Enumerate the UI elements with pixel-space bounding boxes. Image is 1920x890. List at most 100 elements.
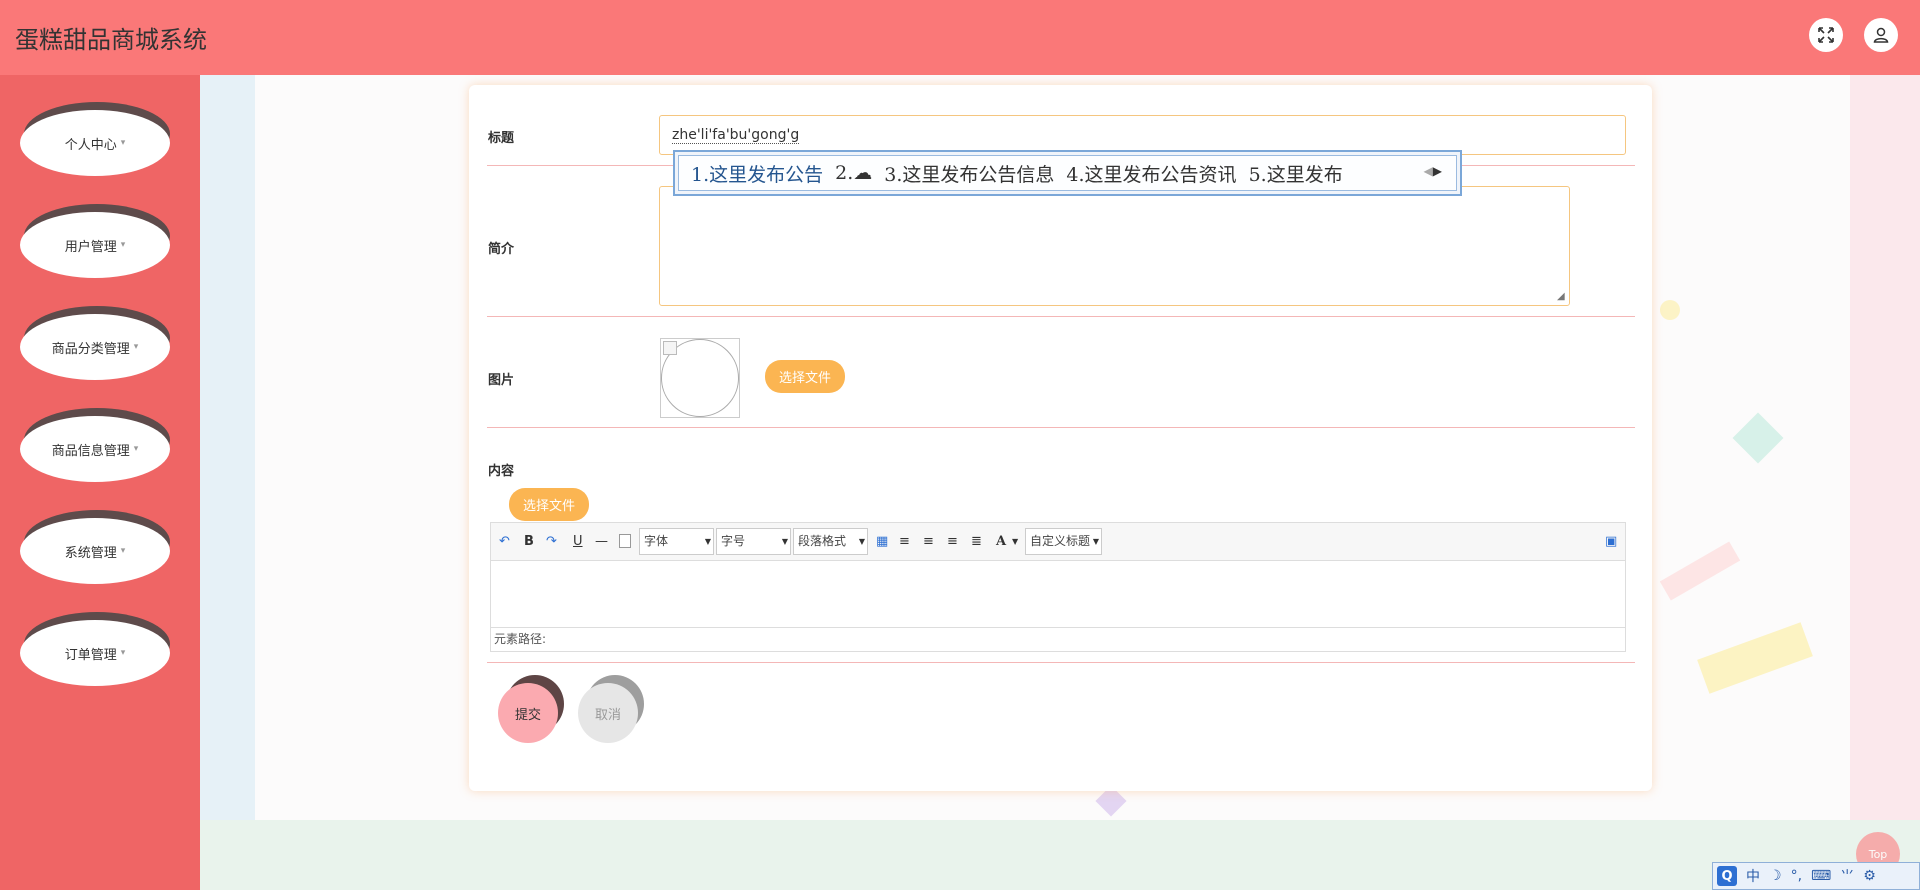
title-input[interactable]: zhe'li'fa'bu'gong'g: [659, 115, 1626, 155]
horizontal-rule-icon[interactable]: —: [595, 533, 608, 551]
sidebar-item-label: 商品分类管理: [51, 341, 130, 357]
table-icon[interactable]: ▦: [876, 533, 888, 551]
sidebar-item-user-management[interactable]: 用户管理 ▾: [20, 204, 170, 278]
sidebar-item-order-management[interactable]: 订单管理 ▾: [20, 612, 170, 686]
submit-button[interactable]: 提交: [498, 675, 564, 747]
keyboard-icon[interactable]: ⌨: [1811, 868, 1831, 884]
sidebar-item-label: 用户管理: [64, 239, 117, 255]
menu-item-pill[interactable]: 个人中心 ▾: [20, 110, 170, 176]
chevron-down-icon: ▾: [120, 240, 126, 250]
menu-item-pill[interactable]: 商品分类管理 ▾: [20, 314, 170, 380]
ime-toolbar: Q 中 ☽ °, ⌨ ⺌ ⚙: [1712, 862, 1920, 890]
divider: [487, 662, 1635, 663]
image-upload-button[interactable]: 选择文件: [765, 360, 845, 393]
ime-candidate[interactable]: 2.☁: [835, 162, 872, 184]
ime-candidate[interactable]: 4.这里发布公告资讯: [1066, 160, 1236, 187]
fullscreen-editor-icon[interactable]: ▣: [1605, 533, 1617, 551]
ime-logo-icon[interactable]: Q: [1717, 866, 1737, 886]
top-header: 蛋糕甜品商城系统: [0, 0, 1920, 75]
fullscreen-icon[interactable]: [1809, 18, 1843, 52]
align-right-icon[interactable]: ≡: [923, 533, 934, 551]
font-size-select[interactable]: 字号 ▼: [716, 528, 791, 555]
intro-textarea[interactable]: [659, 186, 1570, 306]
menu-item-pill[interactable]: 商品信息管理 ▾: [20, 416, 170, 482]
moon-icon[interactable]: ☽: [1769, 868, 1782, 884]
menu-item-pill[interactable]: 系统管理 ▾: [20, 518, 170, 584]
sidebar-item-label: 系统管理: [64, 545, 117, 561]
bold-icon[interactable]: B: [524, 533, 534, 551]
background-left-strip: [200, 75, 255, 820]
sidebar-item-label: 订单管理: [64, 647, 117, 663]
user-icon-svg: [1873, 27, 1889, 43]
redo-icon[interactable]: ↷: [546, 533, 557, 551]
broken-image-icon: [663, 341, 677, 355]
divider: [487, 316, 1635, 317]
chevron-down-icon[interactable]: ▼: [1012, 533, 1018, 551]
title-label: 标题: [488, 131, 515, 146]
font-family-select[interactable]: 字体 ▼: [639, 528, 714, 555]
resize-grip-icon[interactable]: ◢: [1557, 292, 1567, 302]
ime-page-arrows[interactable]: ◀▶: [1424, 164, 1442, 178]
ime-next-icon[interactable]: ▶: [1433, 164, 1442, 178]
bottom-band: [200, 820, 1920, 890]
sidebar-item-label: 商品信息管理: [51, 443, 130, 459]
chevron-down-icon: ▾: [120, 648, 126, 658]
sidebar: 个人中心 ▾ 用户管理 ▾ 商品分类管理 ▾ 商品信息管理 ▾ 系统管理 ▾ 订…: [0, 75, 200, 890]
ime-mode-toggle[interactable]: 中: [1746, 866, 1760, 886]
content-upload-button[interactable]: 选择文件: [509, 488, 589, 521]
undo-icon[interactable]: ↶: [499, 533, 510, 551]
intro-label: 简介: [488, 242, 515, 257]
ime-candidate[interactable]: 1.这里发布公告: [691, 160, 823, 187]
sidebar-item-system-management[interactable]: 系统管理 ▾: [20, 510, 170, 584]
new-document-icon[interactable]: [619, 534, 631, 548]
chevron-down-icon: ▾: [133, 342, 139, 352]
sidebar-item-product-info-management[interactable]: 商品信息管理 ▾: [20, 408, 170, 482]
cancel-button[interactable]: 取消: [578, 675, 644, 747]
chevron-down-icon: ▼: [704, 537, 711, 546]
font-color-icon[interactable]: A: [996, 533, 1006, 551]
font-size-select-value: 字号: [721, 534, 746, 548]
ime-candidate-list: 1.这里发布公告 2.☁ 3.这里发布公告信息 4.这里发布公告资讯 5.这里发…: [678, 155, 1457, 191]
title-input-value: zhe'li'fa'bu'gong'g: [672, 127, 800, 144]
custom-title-select-value: 自定义标题: [1030, 534, 1091, 548]
element-path: 元素路径:: [491, 627, 1625, 651]
underline-icon[interactable]: U: [573, 533, 583, 551]
cancel-button-face[interactable]: 取消: [578, 683, 638, 743]
editor-content-area[interactable]: [491, 561, 1625, 627]
rich-text-editor: ↶ B ↷ U — 字体 ▼ 字号 ▼ 段落格式 ▼ ▦ ≡ ≡ ≡ ≣ A ▼ 自定…: [490, 522, 1626, 652]
content-label: 内容: [488, 464, 515, 479]
wrench-icon[interactable]: ⚙: [1863, 868, 1876, 884]
sidebar-item-label: 个人中心: [64, 137, 117, 153]
fullscreen-icon-svg: [1818, 27, 1834, 43]
submit-button-face[interactable]: 提交: [498, 683, 558, 743]
paragraph-format-select-value: 段落格式: [798, 534, 847, 548]
image-label: 图片: [488, 373, 515, 388]
menu-item-pill[interactable]: 订单管理 ▾: [20, 620, 170, 686]
background-right-strip: [1850, 75, 1920, 820]
align-justify-icon[interactable]: ≣: [971, 533, 982, 551]
chevron-down-icon: ▾: [120, 138, 126, 148]
decorative-shape: [1660, 300, 1680, 320]
punctuation-icon[interactable]: °,: [1791, 868, 1802, 884]
sidebar-item-category-management[interactable]: 商品分类管理 ▾: [20, 306, 170, 380]
menu-item-pill[interactable]: 用户管理 ▾: [20, 212, 170, 278]
chevron-down-icon: ▾: [120, 546, 126, 556]
chevron-down-icon: ▼: [858, 537, 865, 546]
custom-title-select[interactable]: 自定义标题 ▼: [1025, 528, 1102, 555]
user-icon[interactable]: [1864, 18, 1898, 52]
align-left-icon[interactable]: ≡: [899, 533, 910, 551]
chevron-down-icon: ▼: [1092, 537, 1099, 546]
chevron-down-icon: ▼: [781, 537, 788, 546]
sidebar-item-personal-center[interactable]: 个人中心 ▾: [20, 102, 170, 176]
paragraph-format-select[interactable]: 段落格式 ▼: [793, 528, 868, 555]
align-center-icon[interactable]: ≡: [947, 533, 958, 551]
voice-icon[interactable]: ⺌: [1840, 866, 1854, 886]
ime-candidate[interactable]: 5.这里发布: [1249, 160, 1343, 187]
image-preview: [660, 338, 740, 418]
font-family-select-value: 字体: [644, 534, 669, 548]
ime-prev-icon[interactable]: ◀: [1424, 164, 1433, 178]
editor-toolbar: ↶ B ↷ U — 字体 ▼ 字号 ▼ 段落格式 ▼ ▦ ≡ ≡ ≡ ≣ A ▼ 自定…: [491, 523, 1625, 561]
chevron-down-icon: ▾: [133, 444, 139, 454]
ime-candidate[interactable]: 3.这里发布公告信息: [884, 160, 1054, 187]
divider: [487, 427, 1635, 428]
